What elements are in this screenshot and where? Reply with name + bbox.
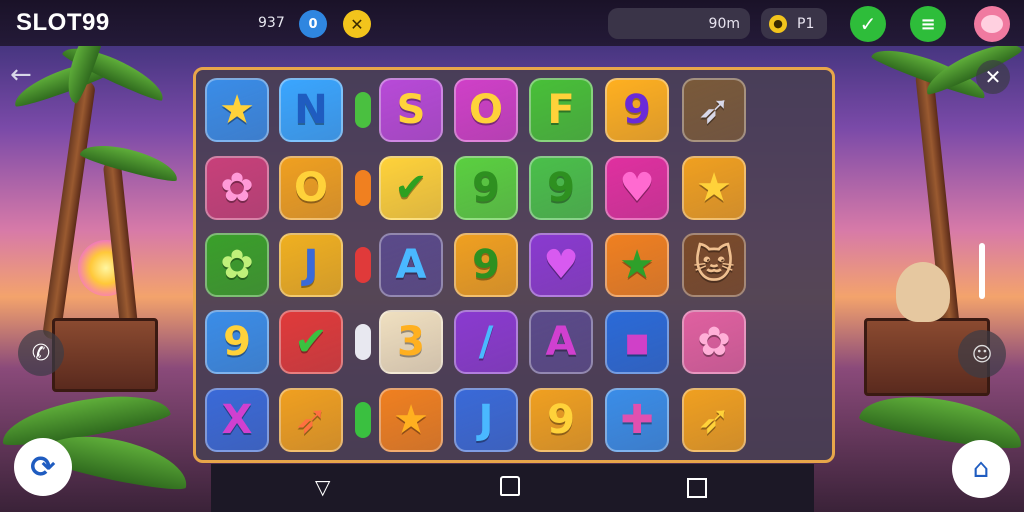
slot-tile[interactable]: 9 (529, 156, 593, 220)
slot-tile[interactable]: ▪ (605, 310, 669, 374)
blue-badge-label: 0 (308, 16, 318, 32)
slot-tile[interactable]: J (279, 233, 343, 297)
tile-spacer (350, 156, 376, 220)
balance-display: 90m (608, 8, 750, 39)
phone-icon[interactable]: ✆ (18, 330, 64, 376)
tile-spacer (350, 233, 376, 297)
balance-value: 90m (708, 15, 740, 32)
slot-tile[interactable]: ✿ (682, 310, 746, 374)
menu-icon[interactable]: ≡ (910, 6, 946, 42)
slot-tile[interactable]: / (454, 310, 518, 374)
slot-tile[interactable]: A (529, 310, 593, 374)
slot-tile[interactable]: 9 (205, 310, 269, 374)
coin-count: 937 (258, 15, 285, 31)
slot-tile[interactable]: 9 (529, 388, 593, 452)
chat-icon: ● (769, 14, 787, 33)
arrow-left-icon[interactable]: ← (10, 60, 32, 90)
ghost-icon[interactable]: ☺ (958, 330, 1006, 378)
slot-tile[interactable]: 9 (454, 233, 518, 297)
slot-tile[interactable]: ➶ (682, 78, 746, 142)
bean-icon (355, 170, 371, 206)
slot-tile[interactable]: J (454, 388, 518, 452)
slot-tile[interactable]: ✚ (605, 388, 669, 452)
tile-spacer (350, 78, 376, 142)
slot-tile[interactable]: ✿ (205, 233, 269, 297)
slot-tile[interactable]: ✔ (279, 310, 343, 374)
slot-tile[interactable]: ♥ (529, 233, 593, 297)
system-nav-bar: ▽ (211, 464, 814, 512)
slot-tile[interactable]: 3 (379, 310, 443, 374)
close-coin-icon[interactable]: ✕ (343, 10, 371, 38)
bean-icon (355, 402, 371, 438)
check-icon[interactable]: ✓ (850, 6, 886, 42)
bag-icon[interactable]: ⌂ (952, 440, 1010, 498)
message-label: P1 (797, 15, 815, 32)
slot-tile[interactable]: ✔ (379, 156, 443, 220)
tile-spacer (350, 388, 376, 452)
slot-tile[interactable]: S (379, 78, 443, 142)
close-icon[interactable]: ✕ (976, 60, 1010, 94)
slot-tile[interactable]: O (454, 78, 518, 142)
avatar-face (981, 15, 1003, 33)
slot-tile[interactable]: X (205, 388, 269, 452)
slot-tile[interactable]: ★ (379, 388, 443, 452)
slot-tile[interactable]: ➶ (682, 388, 746, 452)
creature-figure (896, 262, 950, 322)
slot-tile[interactable]: ➶ (279, 388, 343, 452)
bean-icon (355, 324, 371, 360)
nav-recent-icon[interactable] (687, 478, 707, 498)
bean-icon (355, 92, 371, 128)
crate-left (52, 318, 158, 392)
slot-tile[interactable]: N (279, 78, 343, 142)
refresh-icon[interactable]: ⟳ (14, 438, 72, 496)
message-pill[interactable]: ● P1 (761, 8, 827, 39)
blue-badge[interactable]: 0 (299, 10, 327, 38)
slot-tile[interactable]: A (379, 233, 443, 297)
slot-tile[interactable]: F (529, 78, 593, 142)
slot-tile[interactable]: ★ (682, 156, 746, 220)
app-logo: SLOT99 (16, 9, 110, 36)
slot-tile[interactable]: ♥ (605, 156, 669, 220)
bean-icon (355, 247, 371, 283)
tile-spacer (350, 310, 376, 374)
slot-tile[interactable]: 9 (605, 78, 669, 142)
pig-avatar-icon[interactable] (974, 6, 1010, 42)
slot-tile[interactable]: 🐱 (682, 233, 746, 297)
slot-tile[interactable]: ★ (605, 233, 669, 297)
scroll-handle[interactable] (979, 243, 985, 299)
slot-tile[interactable]: ✿ (205, 156, 269, 220)
slot-tile[interactable]: 9 (454, 156, 518, 220)
slot-tile[interactable]: ★ (205, 78, 269, 142)
slot-tile[interactable]: O (279, 156, 343, 220)
nav-home-icon[interactable] (500, 476, 520, 496)
slot-board: ★ N S O F 9 ➶ ✿ O ✔ 9 9 ♥ ★ ✿ J A 9 ♥ ★ 🐱 9 ✔ 3/A ▪ ✿ X ➶ ★ J 9 ✚ ➶ (193, 67, 835, 463)
nav-back-icon[interactable]: ▽ (315, 475, 330, 499)
